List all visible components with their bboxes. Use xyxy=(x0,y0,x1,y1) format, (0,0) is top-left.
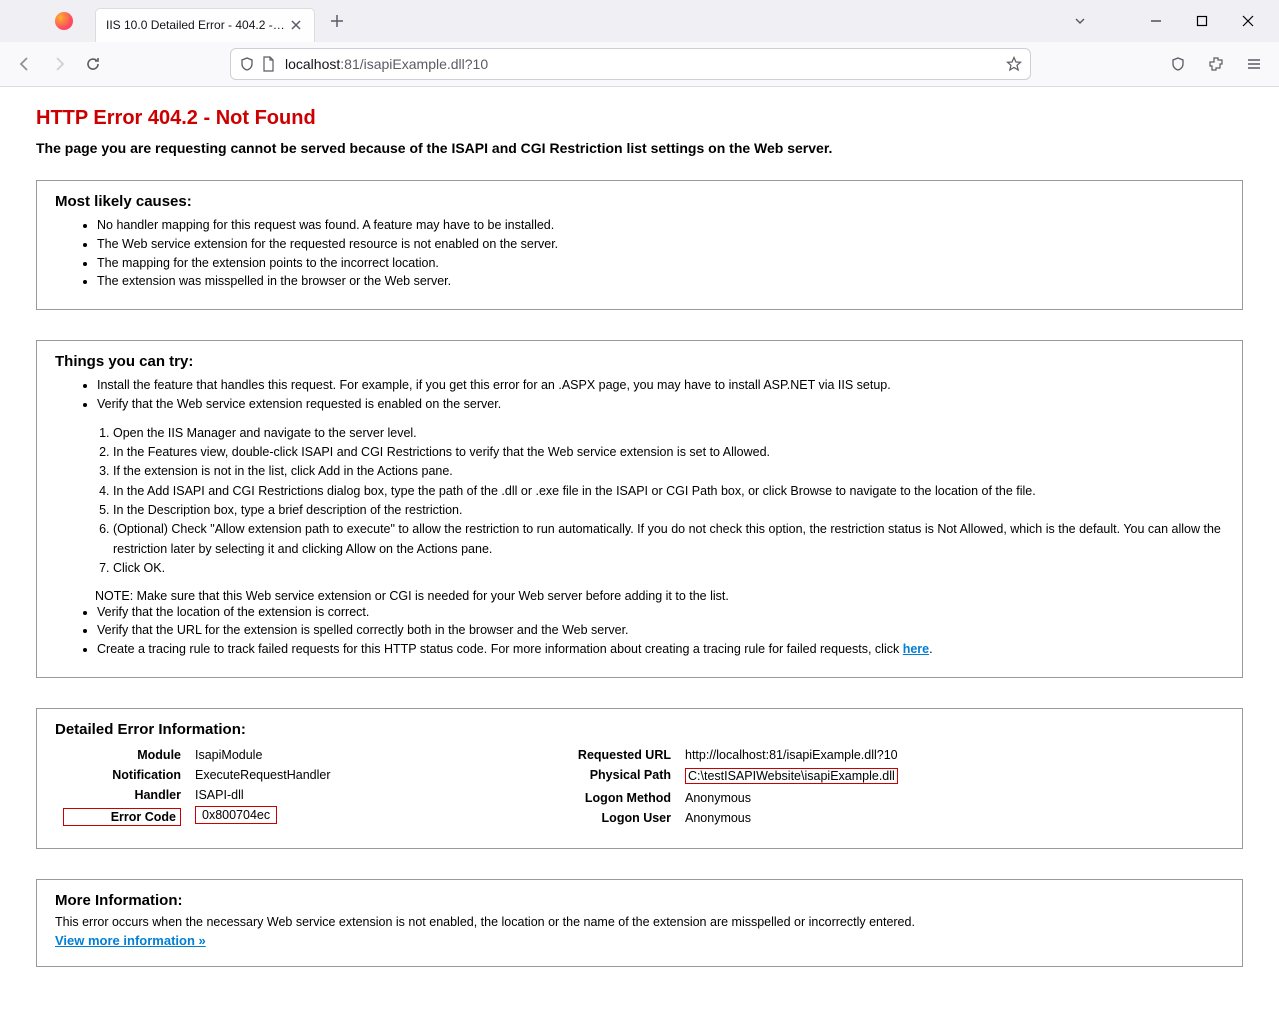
minimize-button[interactable] xyxy=(1133,4,1179,38)
close-window-button[interactable] xyxy=(1225,4,1271,38)
forward-button[interactable] xyxy=(42,47,76,81)
list-item: The mapping for the extension points to … xyxy=(97,254,1224,273)
bookmark-star-icon[interactable] xyxy=(1006,56,1022,72)
document-icon xyxy=(261,56,275,72)
list-item: Click OK. xyxy=(113,559,1224,578)
extensions-icon[interactable] xyxy=(1199,47,1233,81)
moreinfo-panel: More Information: This error occurs when… xyxy=(36,879,1243,967)
list-item: The extension was misspelled in the brow… xyxy=(97,272,1224,291)
list-item: In the Add ISAPI and CGI Restrictions di… xyxy=(113,482,1224,501)
list-item: Open the IIS Manager and navigate to the… xyxy=(113,424,1224,443)
browser-chrome: IIS 10.0 Detailed Error - 404.2 - Not F xyxy=(0,0,1279,87)
label-handler: Handler xyxy=(57,786,187,804)
value-path: C:\testISAPIWebsite\isapiExample.dll xyxy=(685,768,898,784)
back-button[interactable] xyxy=(8,47,42,81)
value-errorcode: 0x800704ec xyxy=(195,806,277,824)
list-item: Verify that the URL for the extension is… xyxy=(97,621,1224,640)
toolbar: localhost:81/isapiExample.dll?10 xyxy=(0,42,1279,86)
causes-heading: Most likely causes: xyxy=(55,193,1224,210)
try-panel: Things you can try: Install the feature … xyxy=(36,340,1243,678)
causes-list: No handler mapping for this request was … xyxy=(97,216,1224,291)
value-handler: ISAPI-dll xyxy=(189,786,473,804)
value-requrl: http://localhost:81/isapiExample.dll?10 xyxy=(679,746,904,764)
moreinfo-heading: More Information: xyxy=(55,892,1224,909)
list-item: Create a tracing rule to track failed re… xyxy=(97,640,1224,659)
list-item: In the Features view, double-click ISAPI… xyxy=(113,443,1224,462)
list-item: Verify that the Web service extension re… xyxy=(97,395,1224,414)
chevron-down-icon[interactable] xyxy=(1057,4,1103,38)
reload-button[interactable] xyxy=(76,47,110,81)
steps-list: Open the IIS Manager and navigate to the… xyxy=(113,424,1224,579)
try-list: Install the feature that handles this re… xyxy=(97,376,1224,414)
list-item: (Optional) Check "Allow extension path t… xyxy=(113,520,1224,559)
url-text: localhost:81/isapiExample.dll?10 xyxy=(285,56,1006,72)
try-list-2: Verify that the location of the extensio… xyxy=(97,603,1224,659)
value-module: IsapiModule xyxy=(189,746,473,764)
new-tab-button[interactable] xyxy=(323,7,351,35)
details-right-table: Requested URLhttp://localhost:81/isapiEx… xyxy=(515,744,906,830)
list-item: No handler mapping for this request was … xyxy=(97,216,1224,235)
list-item: In the Description box, type a brief des… xyxy=(113,501,1224,520)
details-heading: Detailed Error Information: xyxy=(55,721,1224,738)
pocket-icon[interactable] xyxy=(1161,47,1195,81)
page-content: HTTP Error 404.2 - Not Found The page yo… xyxy=(0,87,1279,1017)
list-item: Install the feature that handles this re… xyxy=(97,376,1224,395)
list-item: The Web service extension for the reques… xyxy=(97,235,1224,254)
here-link[interactable]: here xyxy=(903,642,929,656)
value-logonuser: Anonymous xyxy=(679,809,904,828)
shield-icon xyxy=(239,56,255,72)
label-requrl: Requested URL xyxy=(517,746,677,764)
url-bar[interactable]: localhost:81/isapiExample.dll?10 xyxy=(230,48,1031,80)
causes-panel: Most likely causes: No handler mapping f… xyxy=(36,180,1243,310)
view-more-link[interactable]: View more information » xyxy=(55,933,206,948)
value-logonmethod: Anonymous xyxy=(679,789,904,807)
menu-icon[interactable] xyxy=(1237,47,1271,81)
error-title: HTTP Error 404.2 - Not Found xyxy=(36,107,1243,130)
firefox-logo-icon xyxy=(55,12,73,30)
label-logonmethod: Logon Method xyxy=(517,789,677,807)
browser-tab[interactable]: IIS 10.0 Detailed Error - 404.2 - Not F xyxy=(95,8,315,42)
close-icon[interactable] xyxy=(288,17,304,33)
list-item: Verify that the location of the extensio… xyxy=(97,603,1224,622)
error-subtitle: The page you are requesting cannot be se… xyxy=(36,140,1243,156)
label-module: Module xyxy=(57,746,187,764)
list-item: If the extension is not in the list, cli… xyxy=(113,462,1224,481)
tab-title: IIS 10.0 Detailed Error - 404.2 - Not F xyxy=(106,18,288,32)
tab-bar: IIS 10.0 Detailed Error - 404.2 - Not F xyxy=(0,0,1279,42)
details-left-table: ModuleIsapiModule NotificationExecuteReq… xyxy=(55,744,475,830)
moreinfo-text: This error occurs when the necessary Web… xyxy=(55,915,1224,929)
label-notification: Notification xyxy=(57,766,187,784)
note-text: NOTE: Make sure that this Web service ex… xyxy=(95,589,1224,603)
value-notification: ExecuteRequestHandler xyxy=(189,766,473,784)
details-panel: Detailed Error Information: ModuleIsapiM… xyxy=(36,708,1243,849)
label-path: Physical Path xyxy=(517,766,677,787)
maximize-button[interactable] xyxy=(1179,4,1225,38)
label-logonuser: Logon User xyxy=(517,809,677,828)
try-heading: Things you can try: xyxy=(55,353,1224,370)
label-errorcode: Error Code xyxy=(68,810,176,824)
